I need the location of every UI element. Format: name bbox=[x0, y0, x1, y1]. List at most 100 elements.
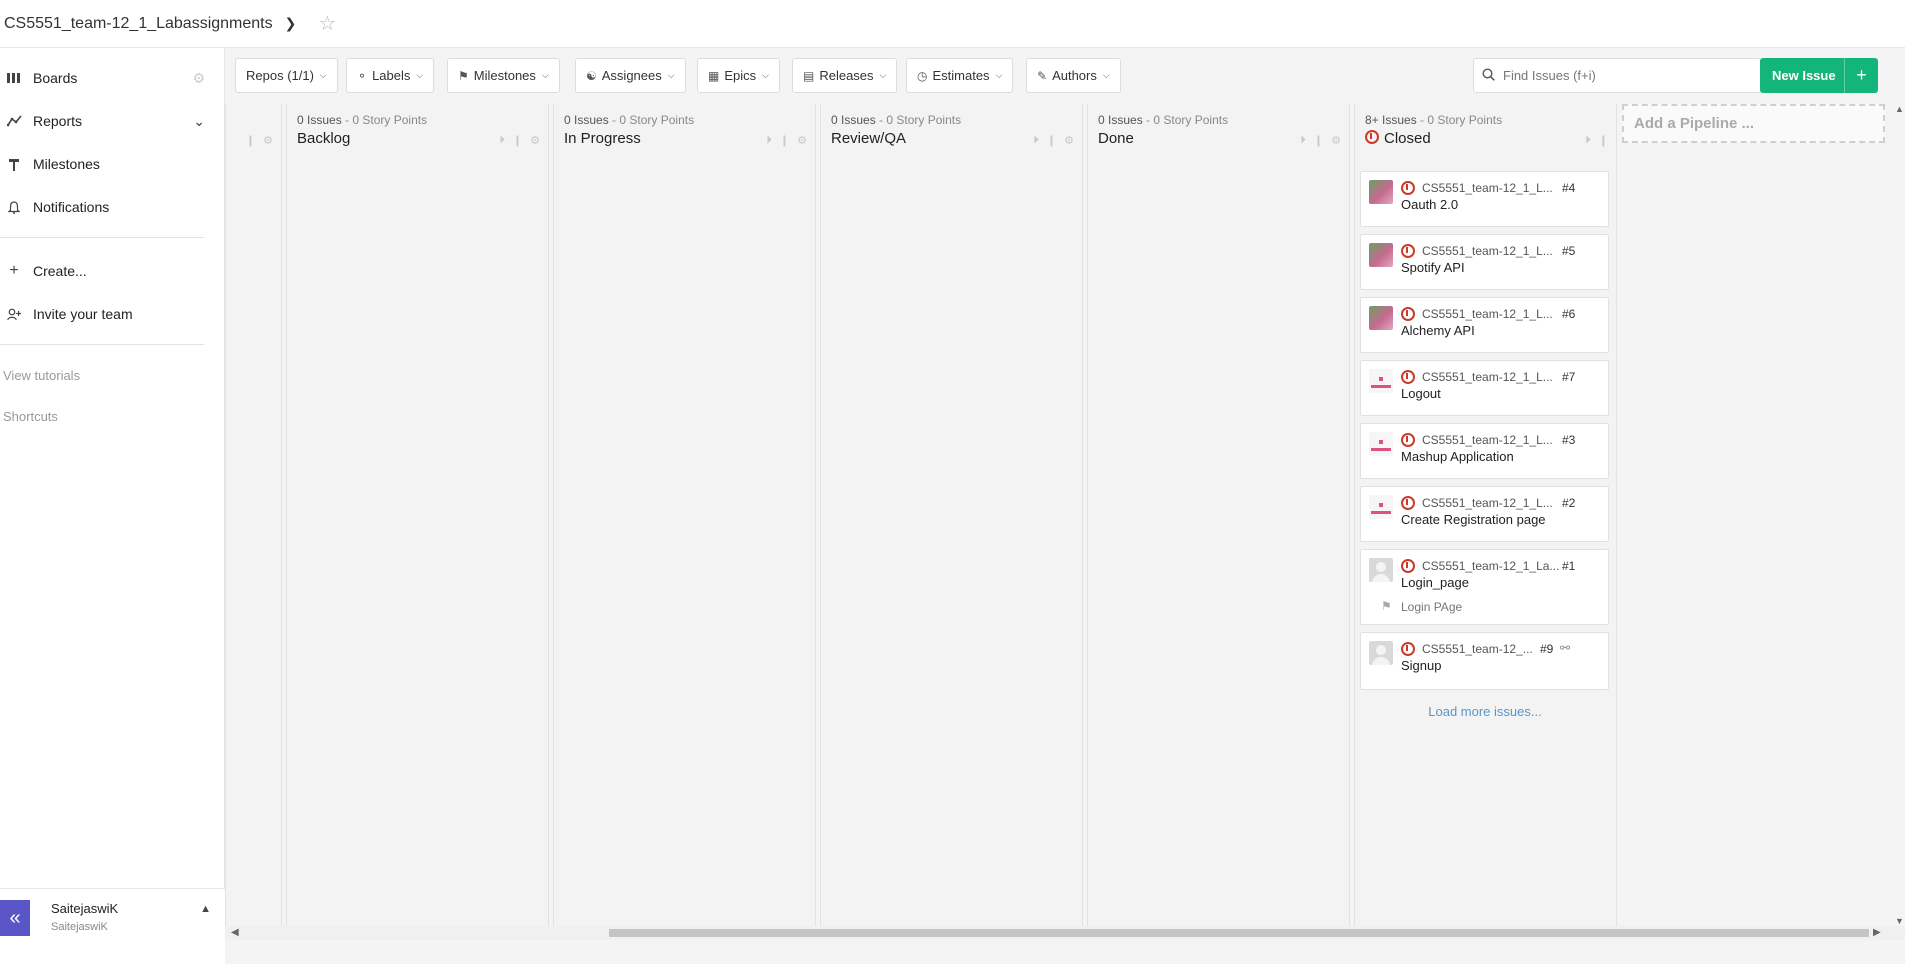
pipeline-controls: ⏵ ❙ ⚙ bbox=[1033, 134, 1074, 147]
avatar bbox=[1369, 641, 1393, 665]
issue-title: Create Registration page bbox=[1401, 512, 1546, 527]
star-icon[interactable]: ☆ bbox=[318, 14, 336, 34]
scroll-up-icon[interactable]: ▲ bbox=[1895, 104, 1904, 114]
issue-card[interactable]: CS5551_team-12_1_L... #4 Oauth 2.0 bbox=[1360, 171, 1609, 227]
sidebar-item-invite[interactable]: Invite your team bbox=[0, 299, 215, 329]
collapse-icon[interactable]: ❙ bbox=[513, 134, 522, 147]
chevron-down-icon: ⌵ bbox=[995, 70, 1003, 80]
search-input[interactable] bbox=[1503, 68, 1743, 83]
gear-icon[interactable]: ⚙ bbox=[1331, 134, 1341, 147]
collapse-icon[interactable]: ❙ bbox=[1599, 134, 1608, 147]
filter-repos[interactable]: Repos (1/1) ⌵ bbox=[235, 58, 338, 93]
filter-label: Epics bbox=[724, 68, 757, 83]
expand-icon[interactable]: ⏵ bbox=[1033, 134, 1039, 147]
search-box[interactable] bbox=[1473, 58, 1761, 93]
chevron-down-icon: ⌵ bbox=[1102, 70, 1110, 80]
sidebar-item-notifications[interactable]: Notifications bbox=[0, 192, 215, 222]
boards-icon bbox=[6, 70, 22, 86]
user-profile[interactable]: « SaitejaswiK SaitejaswiK ▲ bbox=[0, 888, 225, 964]
filter-label: Milestones bbox=[473, 68, 536, 83]
filter-labels[interactable]: ⚬ Labels ⌵ bbox=[346, 58, 435, 93]
sidebar-item-label: Notifications bbox=[33, 199, 110, 215]
avatar bbox=[1369, 369, 1393, 393]
closed-issue-icon bbox=[1401, 244, 1415, 258]
linked-pr-icon: ⚯ bbox=[1560, 641, 1571, 655]
vertical-scrollbar[interactable]: ▲ ▼ bbox=[1893, 104, 1905, 926]
chevron-up-icon[interactable]: ▲ bbox=[200, 903, 211, 915]
filter-estimates[interactable]: ◷ Estimates ⌵ bbox=[906, 58, 1014, 93]
filter-epics[interactable]: ▦ Epics ⌵ bbox=[697, 58, 780, 93]
add-pipeline-button[interactable]: Add a Pipeline ... bbox=[1622, 104, 1885, 143]
filter-authors[interactable]: ✎ Authors ⌵ bbox=[1026, 58, 1121, 93]
search-icon bbox=[1482, 67, 1495, 84]
expand-icon[interactable]: ⏵ bbox=[766, 134, 772, 147]
gear-icon[interactable]: ⚙ bbox=[263, 134, 273, 147]
workspace-title[interactable]: CS5551_team-12_1_Labassignments bbox=[4, 15, 273, 33]
closed-issue-icon bbox=[1365, 130, 1379, 144]
pipeline-title: In Progress bbox=[564, 130, 641, 147]
issue-card[interactable]: CS5551_team-12_1_L... #5 Spotify API bbox=[1360, 234, 1609, 290]
avatar bbox=[1369, 495, 1393, 519]
filter-releases[interactable]: ▤ Releases ⌵ bbox=[792, 58, 898, 93]
filter-milestones[interactable]: ⚑ Milestones ⌵ bbox=[447, 58, 560, 93]
collapse-icon[interactable]: ❙ bbox=[246, 134, 255, 147]
scroll-left-icon[interactable]: ◀ bbox=[231, 927, 239, 938]
expand-icon[interactable]: ⏵ bbox=[499, 134, 505, 147]
sidebar-item-create[interactable]: + Create... bbox=[0, 256, 215, 286]
pipeline-stats: 0 Issues - 0 Story Points bbox=[564, 113, 695, 127]
pipeline-done: 0 Issues - 0 Story Points Done ⏵ ❙ ⚙ bbox=[1087, 104, 1350, 926]
closed-issue-icon bbox=[1401, 496, 1415, 510]
sidebar-item-boards[interactable]: Boards ⚙ bbox=[0, 63, 215, 93]
scrollbar-thumb[interactable] bbox=[609, 929, 1869, 937]
scroll-down-icon[interactable]: ▼ bbox=[1895, 916, 1904, 926]
new-issue-label: New Issue bbox=[1772, 68, 1836, 83]
horizontal-scrollbar[interactable]: ◀ ▶ bbox=[225, 926, 1905, 940]
issue-milestone[interactable]: Login PAge bbox=[1401, 600, 1462, 614]
issue-card[interactable]: CS5551_team-12_1_La... #1 Login_page ⚑ L… bbox=[1360, 549, 1609, 625]
plus-icon[interactable]: + bbox=[1844, 58, 1878, 93]
sidebar-item-label: Reports bbox=[33, 113, 83, 129]
issue-title: Alchemy API bbox=[1401, 323, 1475, 338]
sidebar-item-label: Invite your team bbox=[33, 306, 133, 322]
chevron-down-icon: ⌵ bbox=[667, 70, 675, 80]
sidebar-item-milestones[interactable]: Milestones bbox=[0, 149, 215, 179]
shortcuts-link[interactable]: Shortcuts bbox=[3, 409, 58, 424]
closed-issue-icon bbox=[1401, 642, 1415, 656]
expand-icon[interactable]: ⏵ bbox=[1300, 134, 1306, 147]
issue-card[interactable]: CS5551_team-12_1_L... #2 Create Registra… bbox=[1360, 486, 1609, 542]
estimate-icon: ◷ bbox=[917, 68, 928, 83]
gear-icon[interactable]: ⚙ bbox=[1064, 134, 1074, 147]
issue-card[interactable]: CS5551_team-12_1_L... #7 Logout bbox=[1360, 360, 1609, 416]
scroll-right-icon[interactable]: ▶ bbox=[1873, 927, 1881, 938]
issue-number: #4 bbox=[1562, 181, 1576, 195]
pipeline-stats: 0 Issues - 0 Story Points bbox=[1098, 113, 1229, 127]
chevron-right-icon[interactable]: ❯ bbox=[285, 15, 297, 32]
issue-card[interactable]: CS5551_team-12_1_L... #6 Alchemy API bbox=[1360, 297, 1609, 353]
avatar bbox=[1369, 180, 1393, 204]
new-issue-button[interactable]: New Issue + bbox=[1760, 58, 1878, 93]
chevron-down-icon: ⌵ bbox=[319, 70, 327, 80]
closed-issue-icon bbox=[1401, 370, 1415, 384]
sidebar-item-reports[interactable]: Reports ⌄ bbox=[0, 106, 215, 136]
user-username: SaitejaswiK bbox=[51, 921, 108, 933]
issue-card[interactable]: CS5551_team-12_1_L... #3 Mashup Applicat… bbox=[1360, 423, 1609, 479]
gear-icon[interactable]: ⚙ bbox=[192, 70, 205, 87]
closed-issue-icon bbox=[1401, 559, 1415, 573]
gear-icon[interactable]: ⚙ bbox=[797, 134, 807, 147]
board-area: Repos (1/1) ⌵ ⚬ Labels ⌵ ⚑ Milestones ⌵ ☯ A… bbox=[225, 48, 1905, 964]
chevron-down-icon[interactable]: ⌄ bbox=[193, 113, 205, 130]
collapse-sidebar-button[interactable]: « bbox=[0, 900, 30, 936]
user-name: SaitejaswiK bbox=[51, 901, 119, 916]
load-more-issues-link[interactable]: Load more issues... bbox=[1355, 704, 1615, 719]
expand-icon[interactable]: ⏵ bbox=[1585, 134, 1591, 147]
filter-assignees[interactable]: ☯ Assignees ⌵ bbox=[575, 58, 686, 93]
collapse-icon[interactable]: ❙ bbox=[780, 134, 789, 147]
collapse-icon[interactable]: ❙ bbox=[1314, 134, 1323, 147]
collapse-icon[interactable]: ❙ bbox=[1047, 134, 1056, 147]
gear-icon[interactable]: ⚙ bbox=[530, 134, 540, 147]
view-tutorials-link[interactable]: View tutorials bbox=[3, 368, 80, 383]
milestones-icon bbox=[6, 156, 22, 172]
issue-card[interactable]: CS5551_team-12_... #9 ⚯ Signup bbox=[1360, 632, 1609, 690]
filter-label: Releases bbox=[819, 68, 874, 83]
filter-label: Estimates bbox=[932, 68, 990, 83]
